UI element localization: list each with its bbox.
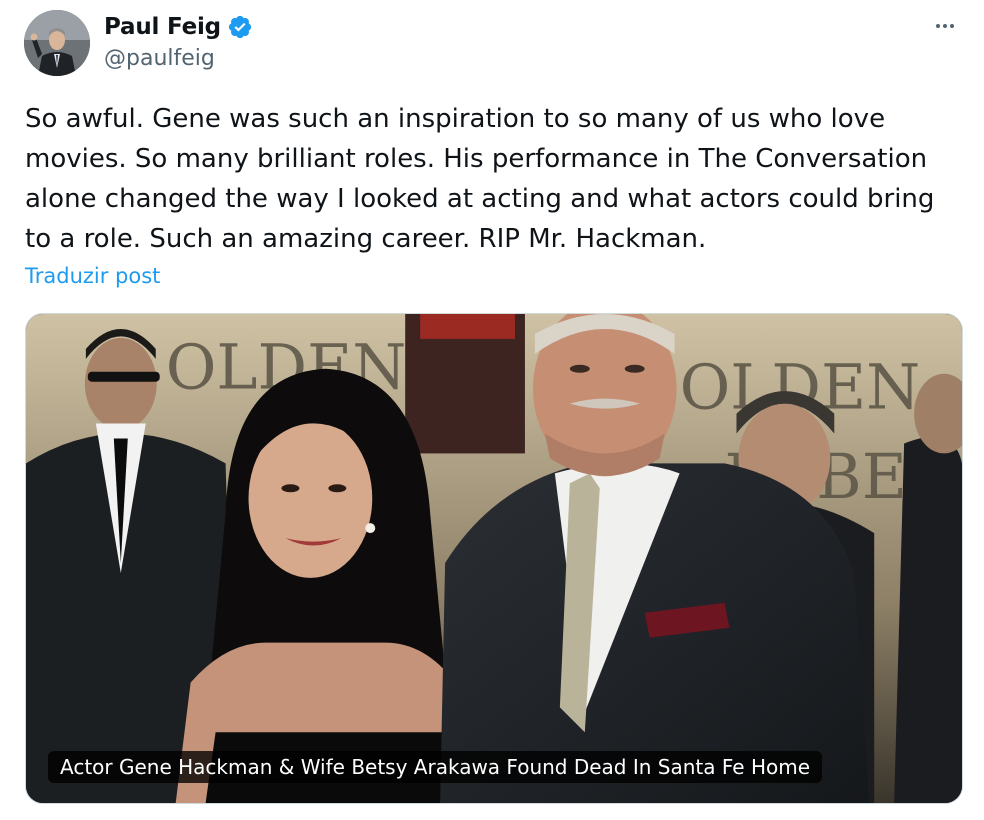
user-handle[interactable]: @paulfeig [104, 46, 215, 71]
more-horizontal-icon[interactable] [928, 14, 962, 38]
media-caption: Actor Gene Hackman & Wife Betsy Arakawa … [48, 751, 823, 783]
more-dot [943, 24, 947, 28]
post-header: Paul Feig @paulfeig [24, 10, 964, 80]
display-name[interactable]: Paul Feig [104, 14, 221, 40]
avatar-image [24, 10, 90, 76]
post-media[interactable]: OLDEN OLDEN LOBE [25, 313, 963, 804]
translate-post-link[interactable]: Traduzir post [25, 264, 160, 288]
avatar[interactable] [24, 10, 90, 76]
more-dot [950, 24, 954, 28]
verified-badge-icon [228, 15, 252, 39]
media-photo: OLDEN OLDEN LOBE [26, 314, 962, 803]
name-row: Paul Feig [104, 10, 253, 44]
more-dot [936, 24, 940, 28]
post-text: So awful. Gene was such an inspiration t… [25, 104, 943, 254]
